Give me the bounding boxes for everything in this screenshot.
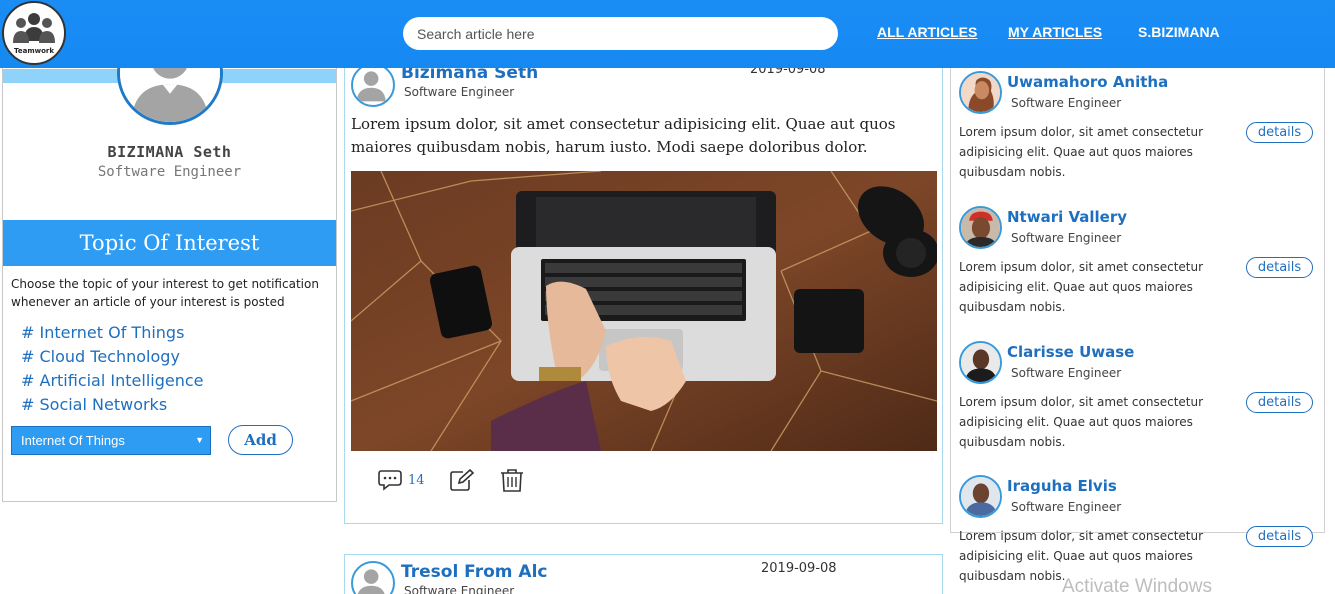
person-card: Clarisse Uwase Software Engineer Lorem i… bbox=[951, 331, 1326, 461]
details-button[interactable]: details bbox=[1246, 257, 1313, 278]
profile-role: Software Engineer bbox=[97, 164, 242, 180]
os-activation-watermark: Activate Windows bbox=[1062, 576, 1212, 594]
nav-my-articles[interactable]: MY ARTICLES bbox=[1008, 24, 1102, 40]
edit-icon bbox=[449, 468, 474, 491]
article-author[interactable]: Tresol From Alc bbox=[401, 562, 547, 582]
comment-count: 14 bbox=[408, 472, 425, 488]
topic-item[interactable]: # Artificial Intelligence bbox=[21, 369, 203, 393]
person-card: Uwamahoro Anitha Software Engineer Lorem… bbox=[951, 61, 1326, 191]
team-logo[interactable]: Teamwork bbox=[2, 1, 66, 65]
person-description: Lorem ipsum dolor, sit amet consectetur … bbox=[959, 125, 1204, 179]
top-navbar: Teamwork ALL ARTICLES MY ARTICLES S.BIZI… bbox=[0, 0, 1335, 68]
comment-icon bbox=[378, 470, 402, 491]
logo-text: Teamwork bbox=[14, 47, 54, 55]
article-author-role: Software Engineer bbox=[404, 85, 515, 99]
person-photo bbox=[961, 73, 1000, 112]
article-date: 2019-09-08 bbox=[761, 561, 837, 576]
person-photo bbox=[961, 208, 1000, 247]
person-role: Software Engineer bbox=[1011, 500, 1122, 514]
details-button[interactable]: details bbox=[1246, 122, 1313, 143]
person-avatar[interactable] bbox=[959, 71, 1002, 114]
details-button[interactable]: details bbox=[1246, 392, 1313, 413]
add-topic-button[interactable]: Add bbox=[228, 425, 293, 455]
person-description: Lorem ipsum dolor, sit amet consectetur … bbox=[959, 260, 1204, 314]
edit-button[interactable] bbox=[449, 468, 475, 492]
topic-description: Choose the topic of your interest to get… bbox=[11, 277, 319, 309]
person-name[interactable]: Uwamahoro Anitha bbox=[1007, 73, 1168, 91]
topic-item[interactable]: # Social Networks bbox=[21, 393, 203, 417]
article-card: Bizimana Seth Software Engineer 2019-09-… bbox=[344, 52, 943, 524]
article-actions: 14 bbox=[378, 468, 525, 492]
default-user-icon bbox=[356, 71, 386, 102]
people-list: Uwamahoro Anitha Software Engineer Lorem… bbox=[950, 60, 1326, 583]
article-author-role: Software Engineer bbox=[404, 584, 515, 594]
person-name[interactable]: Ntwari Vallery bbox=[1007, 208, 1127, 226]
delete-button[interactable] bbox=[499, 468, 525, 492]
person-photo bbox=[961, 343, 1000, 382]
team-logo-icon bbox=[13, 13, 55, 43]
person-name[interactable]: Iraguha Elvis bbox=[1007, 477, 1117, 495]
laptop-photo bbox=[351, 171, 937, 451]
person-role: Software Engineer bbox=[1011, 231, 1122, 245]
chevron-down-icon: ▼ bbox=[195, 435, 204, 445]
search-input[interactable] bbox=[403, 17, 838, 50]
comment-button[interactable]: 14 bbox=[378, 468, 449, 492]
article-image[interactable] bbox=[351, 171, 937, 451]
nav-all-articles[interactable]: ALL ARTICLES bbox=[877, 24, 977, 40]
person-card: Iraguha Elvis Software Engineer Lorem ip… bbox=[951, 465, 1326, 594]
author-avatar[interactable] bbox=[351, 63, 395, 107]
trash-icon bbox=[500, 469, 523, 492]
article-card: Tresol From Alc Software Engineer 2019-0… bbox=[344, 554, 943, 594]
topic-item[interactable]: # Internet Of Things bbox=[21, 321, 203, 345]
topic-of-interest-title: Topic Of Interest bbox=[3, 220, 336, 266]
topic-list: # Internet Of Things # Cloud Technology … bbox=[21, 321, 203, 417]
profile-name: BIZIMANA Seth bbox=[107, 143, 232, 161]
profile-card: BIZIMANA Seth Software Engineer Topic Of… bbox=[2, 21, 337, 502]
person-description: Lorem ipsum dolor, sit amet consectetur … bbox=[959, 395, 1204, 449]
person-photo bbox=[961, 477, 1000, 516]
person-name[interactable]: Clarisse Uwase bbox=[1007, 343, 1134, 361]
author-avatar[interactable] bbox=[351, 561, 395, 594]
default-user-icon bbox=[357, 569, 385, 594]
person-avatar[interactable] bbox=[959, 475, 1002, 518]
person-card: Ntwari Vallery Software Engineer Lorem i… bbox=[951, 196, 1326, 326]
details-button[interactable]: details bbox=[1246, 526, 1313, 547]
topic-select[interactable]: Internet Of Things ▼ bbox=[11, 426, 211, 455]
topic-select-value: Internet Of Things bbox=[21, 433, 125, 448]
topic-item[interactable]: # Cloud Technology bbox=[21, 345, 203, 369]
person-avatar[interactable] bbox=[959, 341, 1002, 384]
article-body: Lorem ipsum dolor, sit amet consectetur … bbox=[351, 115, 896, 156]
person-role: Software Engineer bbox=[1011, 96, 1122, 110]
nav-user-name[interactable]: S.BIZIMANA bbox=[1138, 24, 1220, 40]
person-role: Software Engineer bbox=[1011, 366, 1122, 380]
person-avatar[interactable] bbox=[959, 206, 1002, 249]
